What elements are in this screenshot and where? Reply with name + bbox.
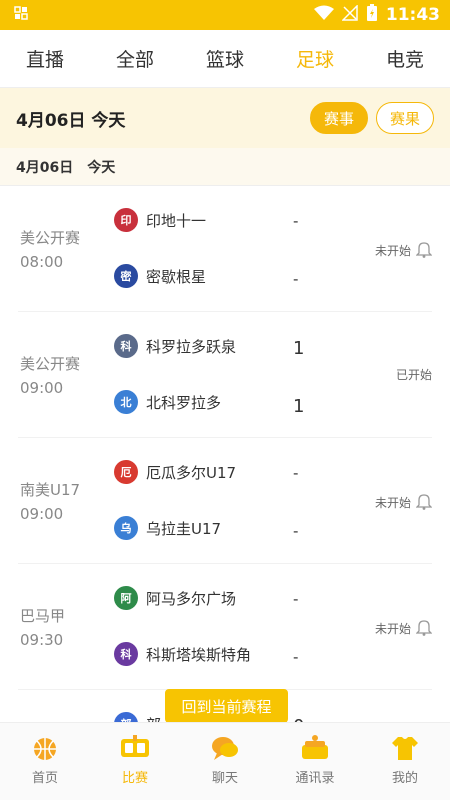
team-name: 印地十一 [146, 211, 207, 230]
tab-basketball[interactable]: 篮球 [180, 45, 270, 72]
league-name: 美公开赛 [20, 355, 81, 373]
nav-label: 首页 [31, 771, 58, 786]
status-label: 未开始 [374, 622, 411, 636]
schedule-button[interactable]: 赛事 [309, 102, 368, 134]
wifi-icon [313, 5, 334, 25]
team-name: 阿马多尔广场 [146, 589, 237, 608]
away-score: - [293, 648, 299, 666]
tab-esports[interactable]: 电竞 [360, 45, 450, 72]
back-to-current-button[interactable]: 回到当前赛程 [165, 689, 288, 723]
profile-jersey-icon [388, 733, 422, 763]
home-team: 阿 阿马多尔广场 [114, 586, 314, 610]
bell-icon[interactable] [415, 240, 433, 261]
section-date-label: 4月06日 今天 [0, 148, 450, 186]
team-logo-icon: 部 [114, 712, 138, 722]
date-header: 4月06日 今天 赛事 赛果 [0, 88, 450, 148]
team-logo-icon: 科 [114, 334, 138, 358]
home-team: 厄 厄瓜多尔U17 [114, 460, 314, 484]
schedule-results-toggle: 赛事 赛果 [309, 102, 434, 134]
team-logo-icon: 北 [114, 390, 138, 414]
league-time: 美公开赛 09:00 [20, 352, 80, 400]
team-name: 科罗拉多跃泉 [146, 337, 237, 356]
nav-chat[interactable]: 聊天 [185, 733, 265, 786]
home-team: 印 印地十一 [114, 208, 314, 232]
away-team: 科 科斯塔埃斯特角 [114, 642, 314, 666]
match-list[interactable]: 美公开赛 08:00 印 印地十一 密 密歇根星 - - 未开始 美公开赛 09… [0, 186, 450, 722]
no-signal-icon [341, 4, 358, 25]
team-logo-icon: 阿 [114, 586, 138, 610]
status-label: 未开始 [374, 244, 411, 258]
tab-football[interactable]: 足球 [270, 45, 360, 72]
bell-icon[interactable] [415, 492, 433, 513]
team-name: 部 [146, 714, 161, 723]
tab-all[interactable]: 全部 [90, 45, 180, 72]
league-name: 巴马甲 [20, 607, 66, 625]
team-name: 厄瓜多尔U17 [146, 463, 237, 482]
category-tabs: 直播 全部 篮球 足球 电竞 [0, 30, 450, 88]
match-status: 未开始 [374, 240, 433, 261]
contacts-icon [298, 733, 332, 763]
nav-label: 比赛 [121, 771, 148, 786]
nav-matches[interactable]: 比赛 [95, 733, 175, 786]
battery-charging-icon [366, 4, 378, 26]
league-name: 南美U17 [20, 481, 81, 499]
match-status: 未开始 [374, 618, 433, 639]
date-title[interactable]: 4月06日 今天 [16, 106, 125, 131]
nav-label: 聊天 [211, 771, 238, 786]
league-time: 巴马甲 09:30 [20, 604, 65, 652]
match-row[interactable]: 美公开赛 08:00 印 印地十一 密 密歇根星 - - 未开始 [18, 186, 433, 312]
nav-label: 我的 [391, 771, 418, 786]
match-time: 08:00 [20, 253, 64, 271]
status-bar: 11:43 [0, 0, 450, 30]
league-name: 美公开赛 [20, 229, 81, 247]
away-score: - [293, 522, 299, 540]
team-logo-icon: 印 [114, 208, 138, 232]
bell-icon[interactable] [415, 618, 433, 639]
away-team: 北 北科罗拉多 [114, 390, 314, 414]
team-logo-icon: 科 [114, 642, 138, 666]
league-time: 南美U17 09:00 [20, 478, 80, 526]
match-row[interactable]: 美公开赛 09:00 科 科罗拉多跃泉 北 北科罗拉多 1 1 已开始 [18, 312, 432, 438]
clock-time: 11:43 [385, 5, 440, 25]
home-basketball-icon [28, 733, 62, 763]
home-score: - [293, 590, 299, 608]
home-score: 1 [293, 338, 305, 359]
team-name: 北科罗拉多 [146, 393, 222, 412]
nav-home[interactable]: 首页 [5, 733, 85, 786]
team-logo-icon: 乌 [114, 516, 138, 540]
match-time: 09:30 [20, 631, 64, 649]
match-time: 09:00 [20, 505, 64, 523]
tab-live[interactable]: 直播 [0, 45, 90, 72]
match-scoreboard-icon [118, 733, 152, 763]
status-label: 已开始 [395, 368, 432, 382]
team-logo-icon: 密 [114, 264, 138, 288]
bottom-nav: 首页 比赛 聊天 通讯录 我的 [0, 722, 450, 800]
home-score: - [293, 212, 299, 230]
match-row[interactable]: 南美U17 09:00 厄 厄瓜多尔U17 乌 乌拉圭U17 - - 未开始 [18, 438, 433, 564]
match-time: 09:00 [20, 379, 64, 397]
home-team: 科 科罗拉多跃泉 [114, 334, 314, 358]
team-logo-icon: 厄 [114, 460, 138, 484]
match-status: 未开始 [374, 492, 433, 513]
away-team: 密 密歇根星 [114, 264, 314, 288]
team-name: 乌拉圭U17 [146, 519, 222, 538]
nav-contacts[interactable]: 通讯录 [275, 733, 355, 786]
league-time: 美公开赛 08:00 [20, 226, 80, 274]
chat-bubble-icon [208, 733, 242, 763]
away-score: - [293, 270, 299, 288]
nav-profile[interactable]: 我的 [365, 733, 445, 786]
home-score: - [293, 464, 299, 482]
away-team: 乌 乌拉圭U17 [114, 516, 314, 540]
away-score: 1 [293, 396, 305, 417]
match-status: 已开始 [396, 366, 432, 383]
nav-label: 通讯录 [295, 771, 335, 786]
match-row[interactable]: 巴马甲 09:30 阿 阿马多尔广场 科 科斯塔埃斯特角 - - 未开始 [18, 564, 433, 690]
status-label: 未开始 [374, 496, 411, 510]
team-name: 科斯塔埃斯特角 [146, 645, 252, 664]
team-name: 密歇根星 [146, 267, 207, 286]
results-button[interactable]: 赛果 [375, 102, 434, 134]
notification-grid-icon [14, 6, 28, 24]
